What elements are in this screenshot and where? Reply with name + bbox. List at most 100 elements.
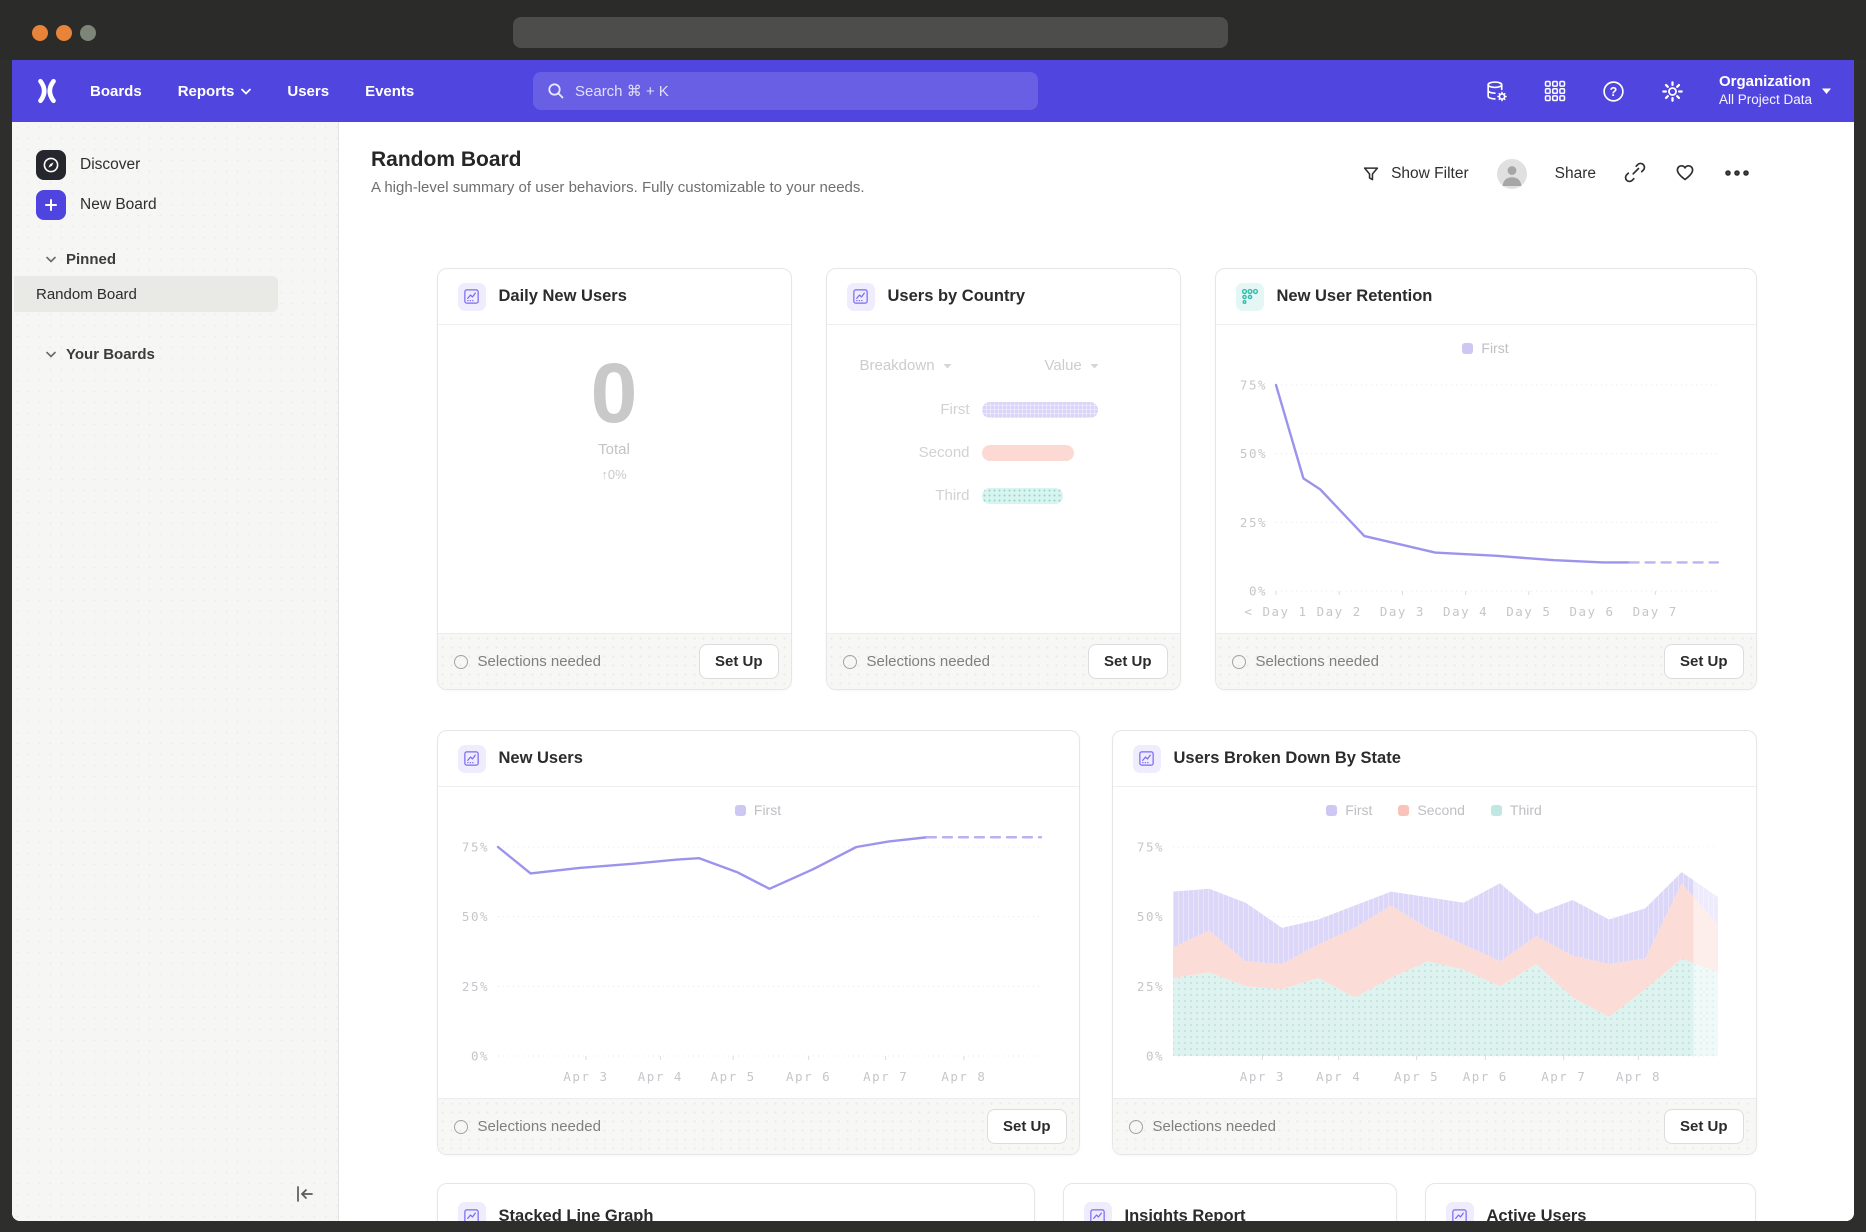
board-controls: Show Filter Share — [1361, 159, 1750, 189]
sidebar-section-your-boards[interactable]: Your Boards — [12, 341, 338, 367]
set-up-button[interactable]: Set Up — [987, 1109, 1067, 1144]
card-new-users[interactable]: New Users First 75%50%25%0%Apr 3Apr 4Apr… — [437, 730, 1080, 1155]
svg-text:Apr 4: Apr 4 — [637, 1069, 682, 1084]
card-new-user-retention[interactable]: New User Retention First 75%50%25%0%< Da… — [1215, 268, 1757, 690]
line-chart-icon — [1446, 1202, 1474, 1221]
svg-text:Day 6: Day 6 — [1569, 604, 1614, 619]
org-project: All Project Data — [1719, 92, 1812, 109]
apps-grid-icon[interactable] — [1543, 79, 1567, 103]
svg-text:25%: 25% — [461, 979, 488, 994]
row-label: First — [827, 401, 982, 418]
set-up-button[interactable]: Set Up — [1664, 1109, 1744, 1144]
status-text: Selections needed — [478, 653, 601, 670]
svg-text:Apr 6: Apr 6 — [786, 1069, 831, 1084]
breakdown-label: Breakdown — [860, 357, 935, 374]
sidebar-section-pinned[interactable]: Pinned — [12, 246, 338, 272]
svg-text:Apr 6: Apr 6 — [1462, 1069, 1507, 1084]
help-icon[interactable]: ? — [1601, 79, 1626, 104]
svg-text:Apr 3: Apr 3 — [1239, 1069, 1284, 1084]
sidebar-item-random-board[interactable]: Random Board — [14, 276, 278, 312]
sidebar-item-discover[interactable]: Discover — [12, 145, 338, 185]
card-daily-new-users[interactable]: Daily New Users 0 Total ↑0% Selections n… — [437, 268, 792, 690]
value-dropdown[interactable]: Value — [1045, 357, 1099, 374]
line-chart-icon — [458, 1202, 486, 1221]
svg-text:25%: 25% — [1136, 979, 1163, 994]
breakdown-dropdown[interactable]: Breakdown — [860, 357, 952, 374]
status-text: Selections needed — [1256, 653, 1379, 670]
org-switcher[interactable]: Organization All Project Data — [1719, 73, 1832, 109]
show-filter-button[interactable]: Show Filter — [1361, 164, 1469, 184]
svg-text:75%: 75% — [461, 840, 488, 855]
minimize-button[interactable] — [56, 25, 72, 41]
legend-item: Third — [1491, 802, 1542, 818]
set-up-button[interactable]: Set Up — [1664, 644, 1744, 679]
zoom-button[interactable] — [80, 25, 96, 41]
filter-funnel-icon — [1361, 164, 1381, 184]
search-input[interactable]: Search ⌘ + K — [533, 72, 1038, 110]
sidebar-item-new-board[interactable]: New Board — [12, 185, 338, 225]
settings-gear-icon[interactable] — [1660, 79, 1685, 104]
card-stacked-line-graph[interactable]: Stacked Line Graph — [437, 1183, 1035, 1221]
nav-events[interactable]: Events — [365, 83, 414, 100]
svg-text:Day 7: Day 7 — [1632, 604, 1677, 619]
legend-label: First — [1481, 340, 1508, 356]
svg-text:Apr 7: Apr 7 — [863, 1069, 908, 1084]
close-button[interactable] — [32, 25, 48, 41]
card-title: Stacked Line Graph — [499, 1207, 654, 1222]
row-label: Second — [827, 444, 982, 461]
svg-text:Apr 8: Apr 8 — [1615, 1069, 1660, 1084]
search-icon — [547, 82, 565, 100]
favorite-heart-icon[interactable] — [1674, 161, 1696, 188]
state-area-chart: 75%50%25%0%Apr 3Apr 4Apr 5Apr 6Apr 7Apr … — [1123, 831, 1746, 1092]
status-text: Selections needed — [1153, 1118, 1276, 1135]
browser-address-bar[interactable] — [513, 17, 1228, 48]
status-text: Selections needed — [867, 653, 990, 670]
collapse-sidebar-icon[interactable] — [292, 1181, 318, 1207]
chart-legend: First Second Third — [1113, 787, 1756, 818]
avatar[interactable] — [1497, 159, 1527, 189]
set-up-button[interactable]: Set Up — [1088, 644, 1168, 679]
nav-reports[interactable]: Reports — [178, 83, 252, 100]
org-name: Organization — [1719, 73, 1812, 92]
bar-second — [982, 445, 1075, 461]
table-row: Third — [827, 487, 1180, 504]
data-management-icon[interactable] — [1484, 79, 1509, 104]
table-row: Second — [827, 444, 1180, 461]
value-label: Value — [1045, 357, 1082, 374]
chevron-down-icon — [943, 363, 952, 369]
table-row: First — [827, 401, 1180, 418]
mixpanel-logo-icon[interactable] — [34, 78, 60, 104]
sidebar-new-board-label: New Board — [80, 196, 157, 214]
card-title: Insights Report — [1125, 1207, 1246, 1222]
svg-text:50%: 50% — [1239, 446, 1266, 461]
card-users-by-state[interactable]: Users Broken Down By State First S — [1112, 730, 1757, 1155]
card-title: Active Users — [1487, 1207, 1587, 1222]
card-users-by-country[interactable]: Users by Country Breakdown Value — [826, 268, 1181, 690]
legend-item: First — [735, 802, 781, 818]
bar-third — [982, 488, 1063, 504]
svg-text:Day 3: Day 3 — [1379, 604, 1424, 619]
sidebar: Discover New Board Pinned Random Board Y… — [12, 122, 339, 1221]
legend-swatch — [1398, 805, 1409, 816]
metric-label: Total — [598, 441, 630, 458]
nav-boards[interactable]: Boards — [90, 83, 142, 100]
retention-grid-icon — [1236, 283, 1264, 311]
line-chart-icon — [1084, 1202, 1112, 1221]
copy-link-icon[interactable] — [1624, 161, 1646, 188]
share-button[interactable]: Share — [1555, 165, 1596, 183]
svg-text:0%: 0% — [1145, 1049, 1163, 1064]
app-window: Boards Reports Users Events Search ⌘ + K — [12, 60, 1854, 1221]
set-up-button[interactable]: Set Up — [699, 644, 779, 679]
search-placeholder: Search ⌘ + K — [575, 82, 669, 100]
row-label: Third — [827, 487, 982, 504]
nav-users[interactable]: Users — [287, 83, 329, 100]
nav-boards-label: Boards — [90, 83, 142, 100]
bar-first — [982, 402, 1098, 418]
sidebar-your-boards-label: Your Boards — [66, 346, 155, 363]
card-insights-report[interactable]: Insights Report — [1063, 1183, 1397, 1221]
more-options-icon[interactable] — [1724, 165, 1750, 183]
chart-legend: First — [1216, 325, 1756, 356]
svg-text:Apr 5: Apr 5 — [710, 1069, 755, 1084]
sidebar-discover-label: Discover — [80, 156, 140, 174]
card-active-users[interactable]: Active Users — [1425, 1183, 1756, 1221]
